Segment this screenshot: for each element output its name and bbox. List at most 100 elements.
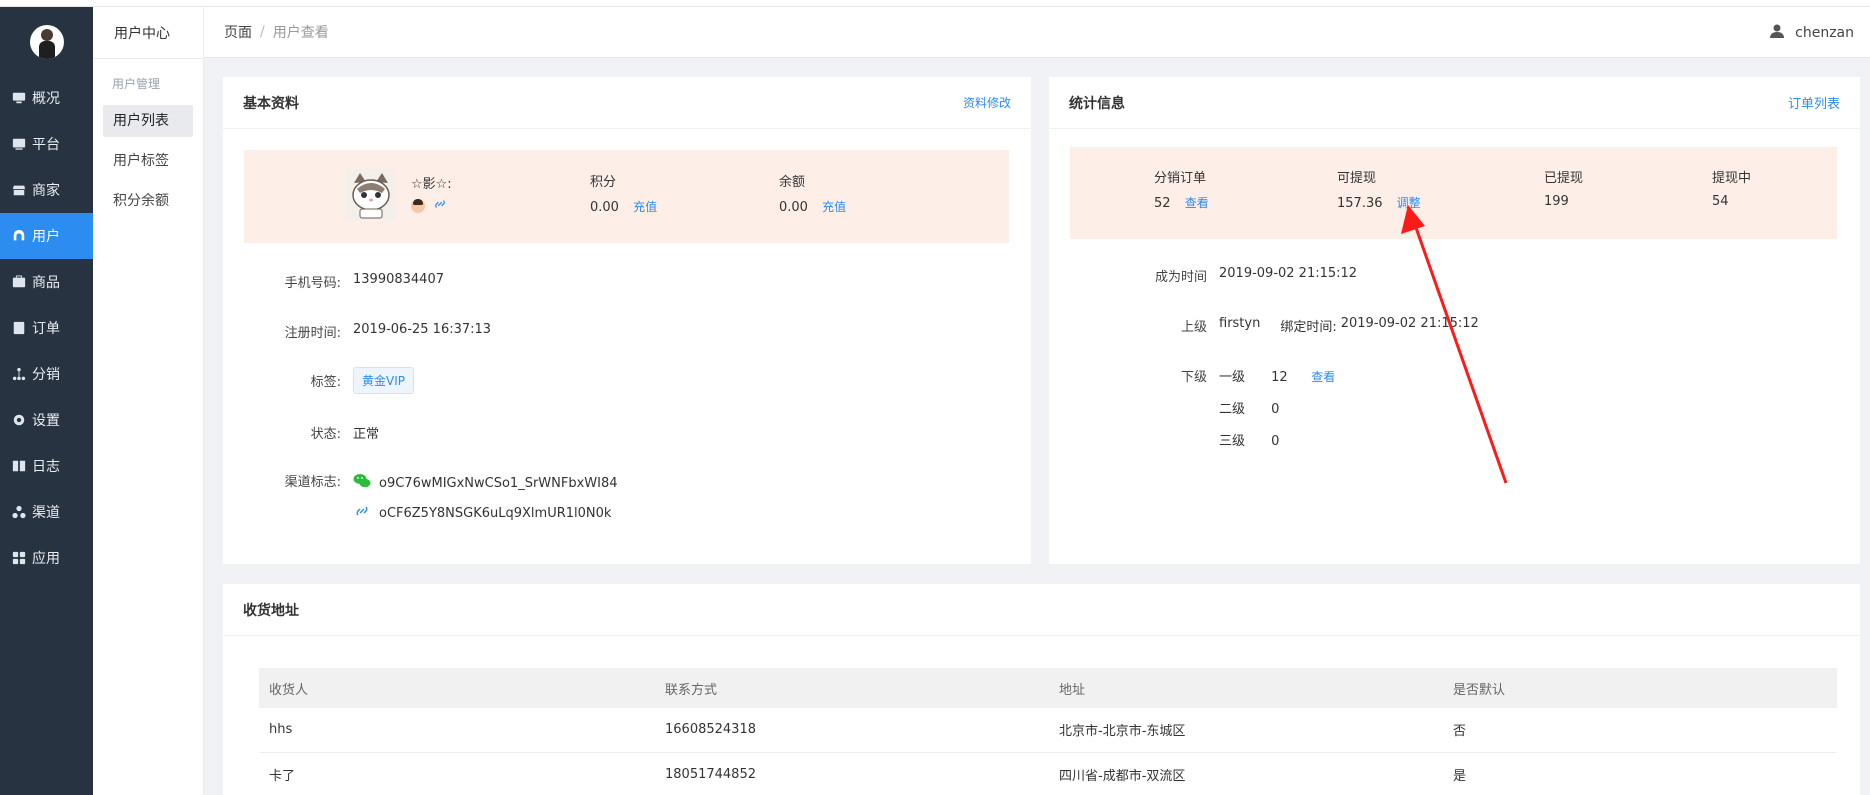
mini-program-icon (353, 503, 379, 523)
store-icon (12, 183, 26, 197)
subsidebar-title: 用户中心 (93, 7, 203, 59)
channel-icon (12, 505, 26, 519)
sidebar-item-user[interactable]: 用户 (0, 213, 93, 259)
withdrawing-block: 提现中 54 (1712, 167, 1751, 209)
secondary-sidebar: 用户中心 用户管理 用户列表 用户标签 积分余额 (93, 7, 204, 795)
sidebar-item-overview[interactable]: 概况 (0, 75, 93, 121)
channel-wechat-openid: o9C76wMIGxNwCSo1_SrWNFbxWI84 (379, 475, 618, 491)
table-cell-phone: 18051744852 (655, 752, 1049, 795)
sidebar-item-label: 商家 (32, 183, 60, 199)
withdrawable-block: 可提现 157.36 调整 (1337, 167, 1421, 211)
become-value: 2019-09-02 21:15:12 (1219, 266, 1358, 281)
sidebar-item-goods[interactable]: 商品 (0, 259, 93, 305)
address-card: 收货地址 收货人 联系方式 地址 是否默认 hhs 16608524318 北京… (223, 584, 1860, 795)
level-3-name: 三级 (1219, 434, 1246, 449)
top-border (0, 0, 1870, 7)
sidebar-item-log[interactable]: 日志 (0, 443, 93, 489)
dist-orders-view-link[interactable]: 查看 (1185, 196, 1209, 210)
order-icon (12, 321, 26, 335)
stats-card: 统计信息 订单列表 分销订单 52 查看 可提现 157.36 调整 已提现 1… (1049, 77, 1860, 564)
goods-icon (12, 275, 26, 289)
sidebar-avatar-wrap (0, 0, 93, 75)
tag-label: 标签: (310, 375, 341, 390)
edit-profile-link[interactable]: 资料修改 (963, 94, 1011, 111)
register-value: 2019-06-25 16:37:13 (353, 322, 492, 337)
subsidebar-item-user-tags[interactable]: 用户标签 (103, 145, 193, 177)
sidebar-item-merchant[interactable]: 商家 (0, 167, 93, 213)
table-cell-address: 北京市-北京市-东城区 (1049, 708, 1443, 753)
balance-value: 0.00 (779, 200, 808, 215)
withdrawable-value: 157.36 (1337, 196, 1383, 211)
withdrawable-label: 可提现 (1337, 171, 1377, 186)
stats-card-title: 统计信息 (1069, 95, 1125, 112)
top-header: 页面 / 用户查看 chenzan (204, 7, 1870, 58)
points-block: 积分 0.00 充值 (590, 171, 657, 215)
level-1-name: 一级 (1219, 370, 1246, 385)
sidebar-item-channel[interactable]: 渠道 (0, 489, 93, 535)
dist-orders-value: 52 (1154, 196, 1171, 211)
withdrawn-label: 已提现 (1544, 171, 1584, 186)
stats-card-header: 统计信息 订单列表 (1049, 77, 1860, 129)
withdrawn-value: 199 (1544, 194, 1569, 209)
apps-icon (12, 551, 26, 565)
dashboard-icon (12, 91, 26, 105)
channel-label: 渠道标志: (284, 475, 341, 490)
table-cell-phone: 16608524318 (655, 708, 1049, 753)
withdrawing-value: 54 (1712, 194, 1729, 209)
become-label: 成为时间 (1154, 270, 1207, 285)
level-2-name: 二级 (1219, 402, 1246, 417)
user-icon (12, 229, 26, 243)
table-cell-default: 否 (1443, 708, 1837, 753)
channel-mini-openid: oCF6Z5Y8NSGK6uLq9XlmUR1l0N0k (379, 505, 612, 521)
parent-label: 上级 (1180, 320, 1207, 335)
sidebar-item-platform[interactable]: 平台 (0, 121, 93, 167)
bind-label: 绑定时间: (1280, 320, 1337, 335)
order-list-link[interactable]: 订单列表 (1788, 93, 1840, 112)
channel-mini-line: oCF6Z5Y8NSGK6uLq9XlmUR1l0N0k (353, 501, 618, 525)
status-label: 状态: (310, 427, 341, 442)
mini-program-icon (433, 197, 447, 215)
subsidebar-item-user-list[interactable]: 用户列表 (103, 105, 193, 137)
phone-row: 手机号码: 13990834407 (223, 272, 444, 291)
points-recharge-link[interactable]: 充值 (633, 200, 657, 214)
table-row: hhs 16608524318 北京市-北京市-东城区 否 (259, 708, 1837, 753)
sidebar-item-distribution[interactable]: 分销 (0, 351, 93, 397)
user-nickname: ☆影☆: (411, 177, 452, 192)
balance-recharge-link[interactable]: 充值 (822, 200, 846, 214)
level-3-row: 三级 0 (1219, 430, 1335, 462)
username: chenzan (1795, 24, 1854, 41)
vip-tag-badge: 黄金VIP (353, 367, 414, 394)
subsidebar-group-label: 用户管理 (112, 77, 161, 91)
sidebar-item-label: 日志 (32, 459, 60, 475)
column-header: 联系方式 (655, 668, 1049, 708)
channel-list: o9C76wMIGxNwCSo1_SrWNFbxWI84 oCF6Z5Y8NSG… (353, 471, 618, 525)
user-menu[interactable]: chenzan (1769, 7, 1854, 58)
basic-card-header: 基本资料 资料修改 (223, 77, 1031, 129)
parent-row: 上级 firstyn 绑定时间: 2019-09-02 21:15:12 (1049, 316, 1479, 335)
dist-orders-block: 分销订单 52 查看 (1154, 167, 1209, 211)
withdrawable-adjust-link[interactable]: 调整 (1397, 196, 1421, 210)
register-row: 注册时间: 2019-06-25 16:37:13 (223, 322, 491, 341)
sidebar-item-order[interactable]: 订单 (0, 305, 93, 351)
sidebar-item-label: 分销 (32, 367, 60, 383)
breadcrumb-root[interactable]: 页面 (224, 22, 252, 42)
withdrawn-block: 已提现 199 (1544, 167, 1583, 209)
sidebar-item-settings[interactable]: 设置 (0, 397, 93, 443)
table-cell-address: 四川省-成都市-双流区 (1049, 752, 1443, 795)
log-icon (12, 459, 26, 473)
basic-card-title: 基本资料 (243, 95, 299, 112)
address-table: 收货人 联系方式 地址 是否默认 hhs 16608524318 北京市-北京市… (259, 668, 1837, 795)
sidebar-item-apps[interactable]: 应用 (0, 535, 93, 581)
breadcrumb-current: 用户查看 (272, 25, 329, 41)
column-header: 地址 (1049, 668, 1443, 708)
phone-label: 手机号码: (284, 276, 341, 291)
subsidebar-item-points-balance[interactable]: 积分余额 (103, 185, 193, 217)
admin-avatar[interactable] (29, 24, 64, 59)
sidebar-item-label: 商品 (32, 275, 60, 291)
level-2-row: 二级 0 (1219, 398, 1335, 430)
points-label: 积分 (590, 175, 617, 190)
table-cell-receiver: hhs (259, 708, 655, 753)
level-1-view-link[interactable]: 查看 (1311, 368, 1335, 385)
address-table-header: 收货人 联系方式 地址 是否默认 (259, 668, 1837, 708)
status-row: 状态: 正常 (223, 423, 379, 442)
